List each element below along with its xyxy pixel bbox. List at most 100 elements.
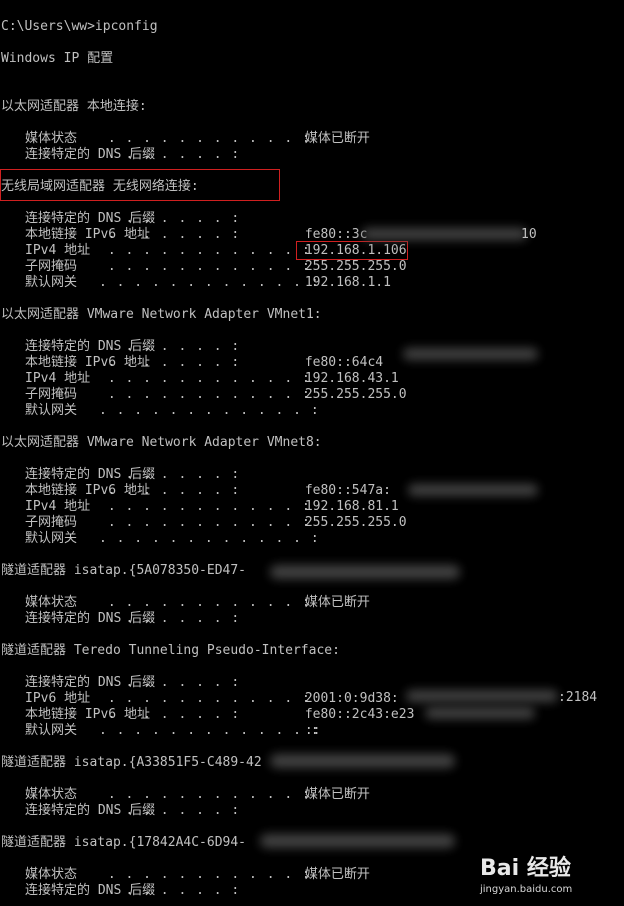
console-line: 隧道适配器 isatap.{A33851F5-C489-42 xyxy=(1,755,262,770)
redaction-blur xyxy=(270,565,460,579)
config-entry: 连接特定的 DNS 后缀 . . . . . . . : xyxy=(25,339,239,355)
config-value: 媒体已断开 xyxy=(297,595,370,610)
config-entry: 连接特定的 DNS 后缀 . . . . . . . : xyxy=(25,611,239,627)
config-label: 默认网关 xyxy=(25,275,78,290)
config-label: IPv4 地址 xyxy=(25,499,91,514)
config-dots: . . . . . . . : xyxy=(99,675,241,690)
config-entry: 本地链接 IPv6 地址 . . . . . . . : fe80::547a: xyxy=(25,483,391,499)
redaction-blur xyxy=(408,484,538,496)
console-line: Windows IP 配置 xyxy=(1,51,114,66)
config-dots: . . . . . . . . . . . : xyxy=(99,259,311,274)
config-label: 默认网关 xyxy=(25,723,78,738)
console-line: 以太网适配器 本地连接: xyxy=(1,99,147,114)
config-entry: 媒体状态 . . . . . . . . . . . : 媒体已断开 xyxy=(25,787,370,803)
redaction-blur xyxy=(406,690,558,702)
config-dots: . . . . . . . : xyxy=(99,147,241,162)
config-dots: . . . . . . . : xyxy=(99,211,241,226)
config-entry: IPv6 地址 . . . . . . . . . . . : 2001:0:9… xyxy=(25,691,399,707)
config-value: 255.255.255.0 xyxy=(297,259,407,274)
redaction-blur xyxy=(425,707,535,719)
watermark-domain: jingyan.baidu.com xyxy=(480,884,573,895)
config-dots: . . . . . . . . . . . : xyxy=(99,867,311,882)
console-line: 以太网适配器 VMware Network Adapter VMnet1: xyxy=(1,307,322,322)
config-entry: 媒体状态 . . . . . . . . . . . : 媒体已断开 xyxy=(25,867,370,883)
ipv4-address-highlight xyxy=(296,241,408,260)
config-entry: 连接特定的 DNS 后缀 . . . . . . . : xyxy=(25,675,239,691)
config-dots: . . . . . . . . . . . . : xyxy=(99,531,320,546)
redaction-blur xyxy=(260,834,455,848)
config-dots: . . . . . . . . . . . . : xyxy=(99,403,320,418)
config-dots: . . . . . . . . . . . : xyxy=(99,499,311,514)
config-entry: 默认网关 . . . . . . . . . . . . : xyxy=(25,403,319,419)
config-dots: . . . . . . . . . . . : xyxy=(99,787,311,802)
config-entry: 本地链接 IPv6 地址 . . . . . . . : fe80::64c4 xyxy=(25,355,383,371)
config-label: 媒体状态 xyxy=(25,787,78,802)
config-dots: . . . . . . . . . . . : xyxy=(99,371,311,386)
console-line: C:\Users\ww>ipconfig xyxy=(1,19,158,34)
config-dots: . . . . . . . . . . . . : xyxy=(99,275,320,290)
config-label: 媒体状态 xyxy=(25,867,78,882)
config-entry: 子网掩码 . . . . . . . . . . . : 255.255.255… xyxy=(25,387,407,403)
config-dots: . . . . . . . : xyxy=(99,355,241,370)
config-value: fe80::547a: xyxy=(297,483,391,498)
config-dots: . . . . . . . : xyxy=(99,339,241,354)
wlan-adapter-highlight xyxy=(0,169,280,201)
config-entry: 连接特定的 DNS 后缀 . . . . . . . : xyxy=(25,147,239,163)
config-value: 192.168.81.1 xyxy=(297,499,399,514)
baidu-jingyan-watermark: Bai 经验 jingyan.baidu.com xyxy=(480,850,610,900)
config-dots: . . . . . . . : xyxy=(99,611,241,626)
config-entry: 子网掩码 . . . . . . . . . . . : 255.255.255… xyxy=(25,515,407,531)
config-value: :: xyxy=(297,723,321,738)
config-dots: . . . . . . . : xyxy=(99,483,241,498)
config-entry: 连接特定的 DNS 后缀 . . . . . . . : xyxy=(25,211,239,227)
config-value: 媒体已断开 xyxy=(297,787,370,802)
config-dots: . . . . . . . . . . . : xyxy=(99,131,311,146)
config-entry: 连接特定的 DNS 后缀 . . . . . . . : xyxy=(25,467,239,483)
config-label: 子网掩码 xyxy=(25,259,78,274)
config-entry: 连接特定的 DNS 后缀 . . . . . . . : xyxy=(25,803,239,819)
config-value: 255.255.255.0 xyxy=(297,515,407,530)
config-label: 子网掩码 xyxy=(25,515,78,530)
config-entry: 本地链接 IPv6 地址 . . . . . . . : fe80::2c43:… xyxy=(25,707,414,723)
config-dots: . . . . . . . : xyxy=(99,707,241,722)
config-entry: 连接特定的 DNS 后缀 . . . . . . . : xyxy=(25,883,239,899)
config-label: IPv4 地址 xyxy=(25,243,91,258)
window-title-bar xyxy=(0,0,624,6)
config-dots: . . . . . . . . . . . : xyxy=(99,515,311,530)
config-dots: . . . . . . . . . . . : xyxy=(99,387,311,402)
teredo-suffix-fragment: :2184 xyxy=(558,690,598,705)
redaction-blur xyxy=(403,348,538,360)
config-value: 媒体已断开 xyxy=(297,867,370,882)
config-dots: . . . . . . . . . . . : xyxy=(99,595,311,610)
config-entry: IPv4 地址 . . . . . . . . . . . : 192.168.… xyxy=(25,499,399,515)
config-label: 子网掩码 xyxy=(25,387,78,402)
config-dots: . . . . . . . . . . . : xyxy=(99,691,311,706)
config-label: 默认网关 xyxy=(25,403,78,418)
config-value: 192.168.1.1 xyxy=(297,275,391,290)
ipv6-suffix-fragment: 10 xyxy=(521,227,537,242)
config-dots: . . . . . . . : xyxy=(99,803,241,818)
config-value: 2001:0:9d38: xyxy=(297,691,399,706)
config-dots: . . . . . . . : xyxy=(99,467,241,482)
config-entry: 默认网关 . . . . . . . . . . . . : xyxy=(25,531,319,547)
config-entry: IPv4 地址 . . . . . . . . . . . : 192.168.… xyxy=(25,371,399,387)
config-entry: 本地链接 IPv6 地址 . . . . . . . : fe80::3c xyxy=(25,227,367,243)
config-dots: . . . . . . . : xyxy=(99,883,241,898)
config-label: 默认网关 xyxy=(25,531,78,546)
config-label: IPv6 地址 xyxy=(25,691,91,706)
console-line: 隧道适配器 isatap.{5A078350-ED47- xyxy=(1,563,247,578)
config-label: 媒体状态 xyxy=(25,595,78,610)
config-value: 255.255.255.0 xyxy=(297,387,407,402)
config-entry: IPv4 地址 . . . . . . . . . . . : 192.168.… xyxy=(25,243,407,259)
config-label: 媒体状态 xyxy=(25,131,78,146)
config-label: IPv4 地址 xyxy=(25,371,91,386)
config-value: fe80::64c4 xyxy=(297,355,384,370)
redaction-blur xyxy=(270,754,455,768)
console-line: 隧道适配器 Teredo Tunneling Pseudo-Interface: xyxy=(1,643,340,658)
config-entry: 媒体状态 . . . . . . . . . . . : 媒体已断开 xyxy=(25,131,370,147)
config-entry: 默认网关 . . . . . . . . . . . . : 192.168.1.… xyxy=(25,275,391,291)
config-value: 192.168.43.1 xyxy=(297,371,399,386)
config-entry: 默认网关 . . . . . . . . . . . . : :: xyxy=(25,723,320,739)
config-entry: 子网掩码 . . . . . . . . . . . : 255.255.255… xyxy=(25,259,407,275)
console-line: 以太网适配器 VMware Network Adapter VMnet8: xyxy=(1,435,322,450)
